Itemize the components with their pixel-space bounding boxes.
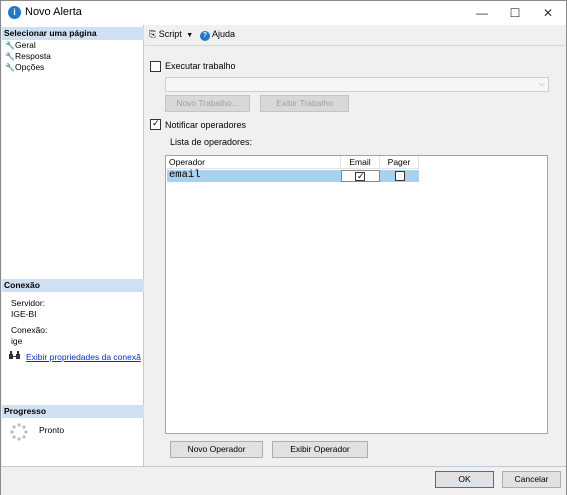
operator-list-label: Lista de operadores:	[170, 137, 253, 147]
page-item-label: Opções	[15, 62, 45, 72]
script-icon: ⎘	[149, 29, 157, 39]
server-value: IGE-BI	[11, 309, 37, 319]
page-item-opcoes[interactable]: 🔧Opções	[5, 62, 44, 73]
view-job-button[interactable]: Exibir Trabalho	[260, 95, 349, 112]
connection-value: ige	[11, 336, 23, 346]
help-label: Ajuda	[212, 29, 236, 39]
ok-button[interactable]: OK	[435, 471, 494, 488]
notify-operators-checkbox[interactable]	[150, 118, 161, 130]
wrench-icon: 🔧	[5, 41, 15, 50]
script-label: Script	[158, 29, 182, 39]
help-icon: ?	[200, 31, 210, 41]
server-label: Servidor:	[11, 298, 46, 308]
close-button[interactable]: ✕	[531, 1, 565, 25]
minimize-button[interactable]: —	[465, 1, 499, 25]
left-panel: Selecionar uma página 🔧Geral 🔧Resposta 🔧…	[2, 25, 144, 466]
execute-job-checkbox[interactable]	[150, 61, 161, 72]
script-button[interactable]: ⎘ Script ▼	[149, 29, 193, 40]
column-header-operator[interactable]: Operador	[166, 156, 341, 169]
page-item-label: Geral	[15, 40, 36, 50]
view-connection-properties-link[interactable]: Exibir propriedades da conexã	[26, 352, 144, 362]
connection-properties-icon	[9, 351, 20, 363]
column-header-pager[interactable]: Pager	[380, 156, 419, 169]
operator-cell: email	[169, 169, 201, 181]
progress-status: Pronto	[39, 425, 65, 435]
cancel-button[interactable]: Cancelar	[502, 471, 561, 488]
page-item-geral[interactable]: 🔧Geral	[5, 40, 36, 51]
connection-header: Conexão	[2, 279, 144, 292]
window-title: Novo Alerta	[25, 6, 82, 18]
wrench-icon: 🔧	[5, 52, 15, 61]
new-operator-button[interactable]: Novo Operador	[170, 441, 263, 458]
toolbar-divider	[145, 45, 566, 46]
alert-info-icon: i	[8, 6, 21, 19]
operator-grid[interactable]: Operador Email Pager email	[165, 155, 548, 434]
job-select[interactable]: ⌵	[165, 77, 549, 92]
view-operator-button[interactable]: Exibir Operador	[272, 441, 368, 458]
dropdown-arrow-icon: ▼	[186, 32, 194, 39]
connection-label: Conexão:	[11, 325, 48, 335]
page-item-resposta[interactable]: 🔧Resposta	[5, 51, 51, 62]
email-cell	[341, 170, 380, 182]
execute-job-label: Executar trabalho	[165, 61, 236, 71]
toolbar: ⎘ Script ▼ ? Ajuda	[145, 25, 566, 44]
pager-checkbox[interactable]	[395, 171, 405, 181]
select-page-header: Selecionar uma página	[2, 27, 144, 40]
wrench-icon: 🔧	[5, 63, 15, 72]
progress-header: Progresso	[2, 405, 144, 418]
chevron-down-icon: ⌵	[538, 79, 545, 88]
title-bar: i Novo Alerta — ☐ ✕	[1, 1, 566, 25]
progress-spinner-icon	[10, 423, 28, 443]
dialog-window: i Novo Alerta — ☐ ✕ Selecionar uma págin…	[0, 0, 567, 495]
email-checkbox[interactable]	[355, 171, 365, 182]
help-button[interactable]: ? Ajuda	[200, 29, 235, 41]
page-item-label: Resposta	[15, 51, 51, 61]
column-header-email[interactable]: Email	[341, 156, 380, 169]
maximize-button[interactable]: ☐	[498, 1, 532, 25]
table-row[interactable]: email	[167, 170, 419, 182]
notify-operators-label: Notificar operadores	[165, 120, 247, 130]
new-job-button[interactable]: Novo Trabalho...	[165, 95, 250, 112]
